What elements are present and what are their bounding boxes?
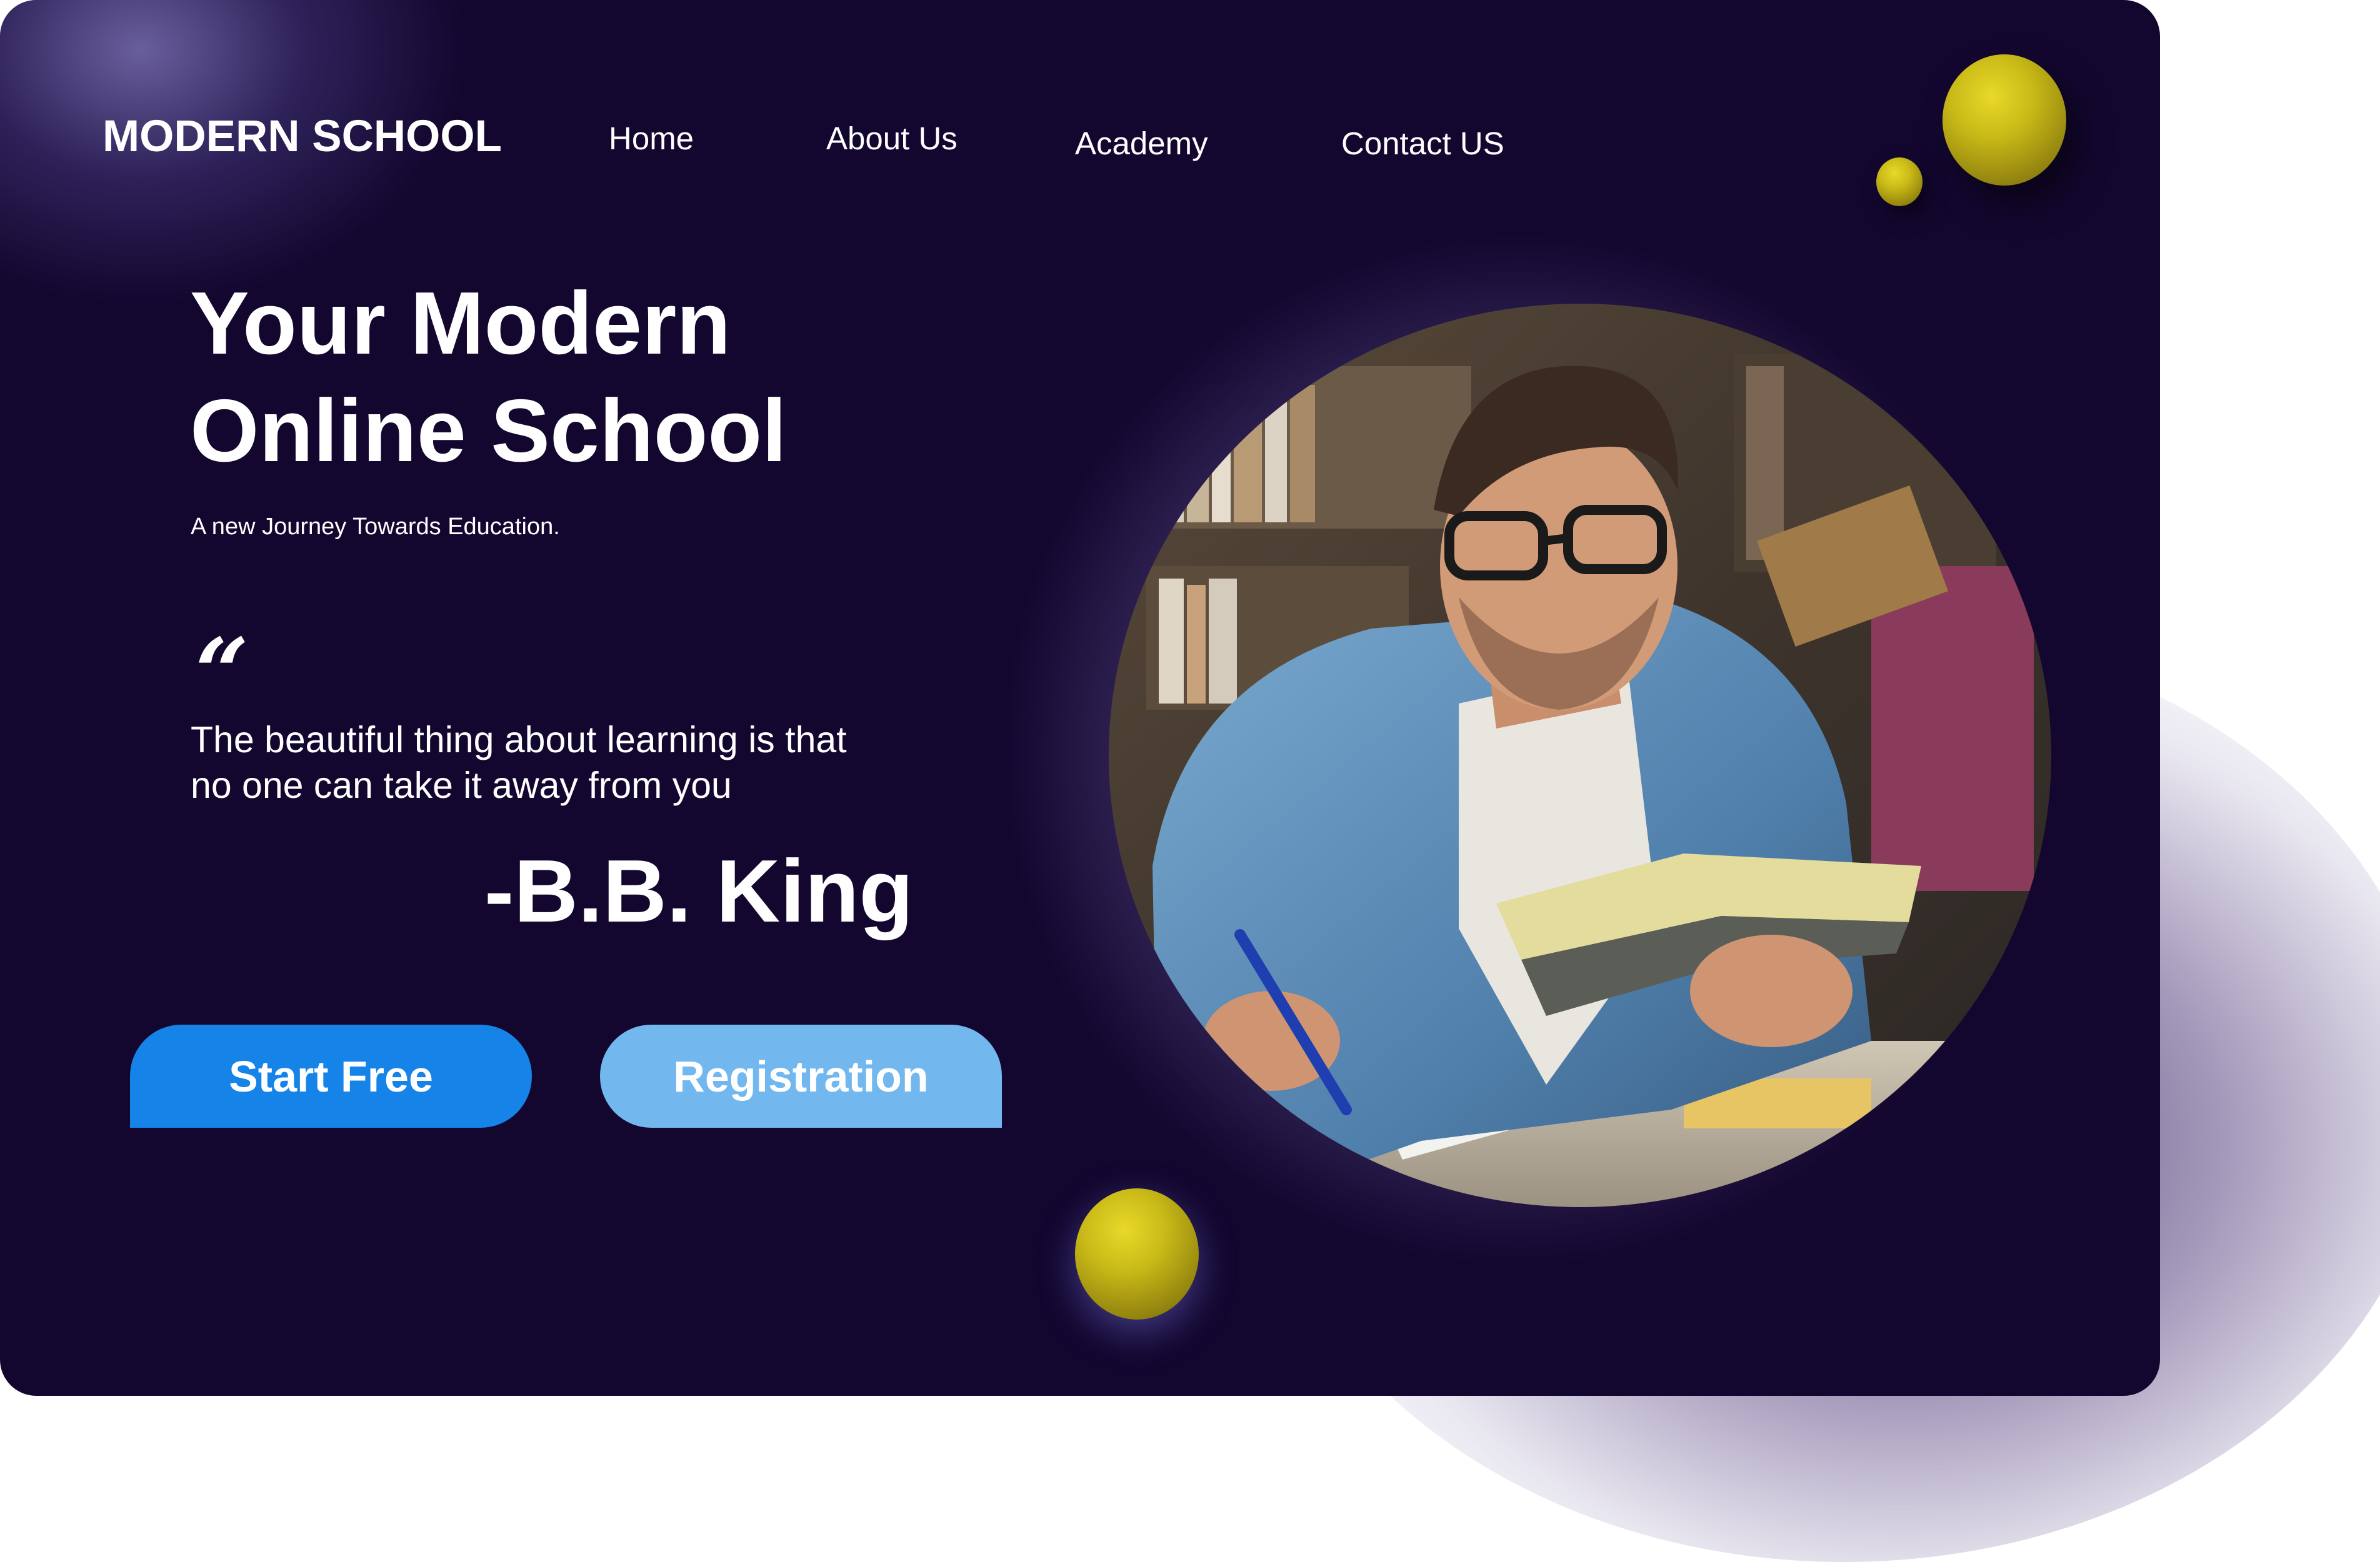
nav-home[interactable]: Home bbox=[609, 120, 694, 157]
hero-subtitle: A new Journey Towards Education. bbox=[191, 514, 560, 540]
nav-academy[interactable]: Academy bbox=[1075, 125, 1208, 162]
quote-line-2: no one can take it away from you bbox=[191, 765, 732, 806]
decorative-sphere-large bbox=[1942, 54, 2066, 186]
decorative-sphere-small bbox=[1876, 157, 1922, 206]
hero-title-line-1: Your Modern bbox=[190, 274, 731, 373]
start-free-button[interactable]: Start Free bbox=[130, 1025, 532, 1128]
quote-icon: “ bbox=[195, 618, 249, 728]
brand-logo[interactable]: MODERN SCHOOL bbox=[102, 111, 502, 162]
hero-card: MODERN SCHOOL Home About Us Academy Cont… bbox=[0, 0, 2160, 1396]
quote-text: The beautiful thing about learning is th… bbox=[191, 717, 1003, 808]
quote-line-1: The beautiful thing about learning is th… bbox=[191, 719, 847, 760]
registration-button[interactable]: Registration bbox=[600, 1025, 1002, 1128]
quote-author: -B.B. King bbox=[484, 842, 914, 941]
decorative-sphere-bottom bbox=[1075, 1188, 1199, 1320]
hero-title: Your Modern Online School bbox=[190, 270, 787, 485]
student-photo bbox=[1109, 304, 2051, 1207]
nav-about-us[interactable]: About Us bbox=[826, 120, 958, 157]
hero-title-line-2: Online School bbox=[190, 381, 787, 480]
